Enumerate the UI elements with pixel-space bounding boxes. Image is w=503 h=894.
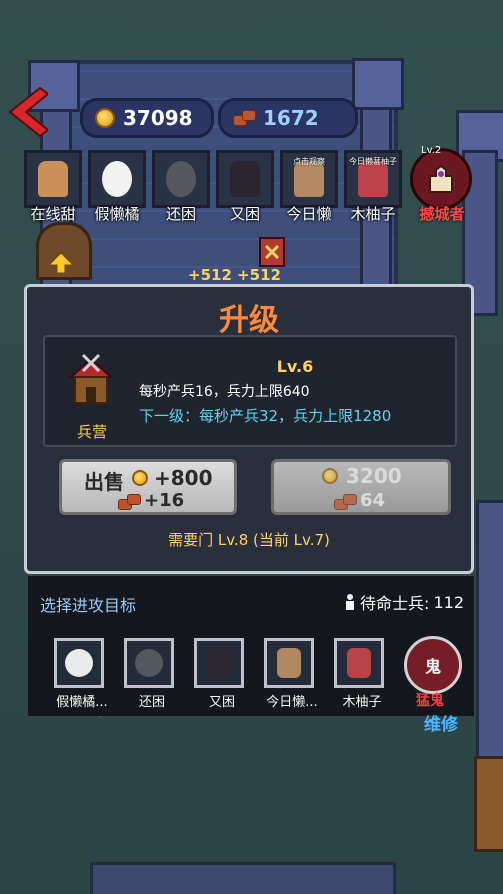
avatar <box>347 648 371 678</box>
building-info-panel: 兵营 Lv.6 每秒产兵16，兵力上限640 下一级：每秒产兵32，兵力上限12… <box>43 335 457 447</box>
idle-soldiers-label: 待命士兵: <box>360 594 430 613</box>
attack-target[interactable]: 又困 <box>194 638 244 710</box>
upgrade-requirement: 需要门 Lv.8 (当前 Lv.7) <box>168 531 330 549</box>
maintenance-label[interactable]: 维修 <box>424 710 458 735</box>
gold-coin-icon <box>322 468 338 484</box>
home-gate[interactable] <box>36 222 92 280</box>
upgrade-gold-cost: 3200 <box>346 464 402 488</box>
wood-icon <box>118 494 141 510</box>
attack-target[interactable]: 今日懒... <box>264 638 318 710</box>
friend-avatar[interactable]: 假懒橘 <box>88 150 146 223</box>
castle-tower <box>352 58 404 110</box>
attack-target-panel: 选择进攻目标 待命士兵: 112 假懒橘... 还困 又困 今日懒... 木柚子 <box>28 576 474 716</box>
sell-label: 出售 <box>84 470 124 494</box>
friend-list: 在线甜 假懒橘 还困 又困 点击观察 今日懒 今日懒葚柚子 木柚子 <box>16 150 416 223</box>
avatar <box>102 161 132 197</box>
attack-target[interactable]: 还困 <box>124 638 174 710</box>
castle-wall-bottom <box>90 862 396 894</box>
friend-tag: 今日懒葚柚子 <box>349 157 397 166</box>
ghost-boss-name: 猛鬼 <box>416 693 444 709</box>
gold-amount: 37098 <box>123 106 193 130</box>
attack-target[interactable]: 木柚子 <box>334 638 384 710</box>
back-arrow-icon[interactable] <box>8 86 48 138</box>
idle-soldiers: 待命士兵: 112 <box>344 590 464 614</box>
enemy-name: 撼城者 <box>419 205 465 223</box>
avatar <box>135 649 163 677</box>
dialog-title: 升级 <box>219 303 279 338</box>
sell-button[interactable]: 出售 +800 +16 <box>59 459 237 515</box>
upgrade-wood-cost: 64 <box>360 490 386 511</box>
target-name: 假懒橘... <box>56 695 108 710</box>
wood-icon <box>334 494 357 510</box>
current-stats: 每秒产兵16，兵力上限640 <box>139 384 310 400</box>
avatar <box>38 161 68 197</box>
friend-tag: 点击观察 <box>293 157 325 166</box>
building-name: 兵营 <box>76 423 107 441</box>
gold-counter: 37098 <box>80 98 214 138</box>
upgrade-dialog: 升级 兵营 Lv.6 每秒产兵16，兵力上限640 下一级：每秒产兵32，兵力上… <box>24 284 474 574</box>
soldier-icon <box>346 594 355 610</box>
avatar <box>65 649 93 677</box>
next-level-stats: 下一级：每秒产兵32，兵力上限1280 <box>139 407 392 425</box>
avatar <box>207 648 231 678</box>
wood-amount: 1672 <box>263 106 319 130</box>
wood-counter: 1672 <box>218 98 358 138</box>
game-screen: 37098 1672 在线甜 假懒橘 还困 又困 点击观察 今日懒 今日懒葚柚子… <box>0 0 503 894</box>
friend-avatar[interactable]: 今日懒葚柚子 木柚子 <box>344 150 402 223</box>
ghost-icon: 鬼 <box>424 657 441 676</box>
friend-name: 木柚子 <box>350 205 396 223</box>
wood-icon <box>233 110 256 126</box>
idle-soldiers-count: 112 <box>433 592 464 612</box>
fortress-icon <box>429 164 453 193</box>
enemy-level: Lv.2 <box>421 145 442 156</box>
upgrade-button[interactable]: 3200 64 <box>271 459 451 515</box>
friend-avatar[interactable]: 点击观察 今日懒 <box>280 150 338 223</box>
barracks-icon <box>68 353 114 404</box>
avatar <box>230 161 260 197</box>
wooden-gate <box>474 756 503 852</box>
friend-avatar[interactable]: 在线甜 <box>24 150 82 223</box>
avatar <box>277 648 301 678</box>
attack-panel-title: 选择进攻目标 <box>40 596 137 615</box>
sell-gold-amount: +800 <box>154 466 213 490</box>
map-bonus-text: +512 +512 <box>188 266 281 284</box>
gold-coin-icon <box>95 108 115 128</box>
building-level: Lv.6 <box>276 357 314 376</box>
target-name: 木柚子 <box>342 695 382 710</box>
arrow-up-icon <box>49 253 73 273</box>
enemy-boss-button[interactable]: Lv.2 撼城者 <box>410 145 472 223</box>
friend-avatar[interactable]: 还困 <box>152 150 210 223</box>
target-name: 今日懒... <box>266 695 318 710</box>
castle-wall <box>476 500 503 766</box>
sell-wood-amount: +16 <box>144 490 185 511</box>
target-name: 又困 <box>208 695 235 710</box>
avatar <box>166 161 196 197</box>
ghost-boss-button[interactable]: 鬼 <box>404 636 462 694</box>
target-name: 还困 <box>138 695 165 710</box>
gold-coin-icon <box>132 470 148 486</box>
friend-avatar[interactable]: 又困 <box>216 150 274 223</box>
attack-target[interactable]: 假懒橘... <box>54 638 108 710</box>
